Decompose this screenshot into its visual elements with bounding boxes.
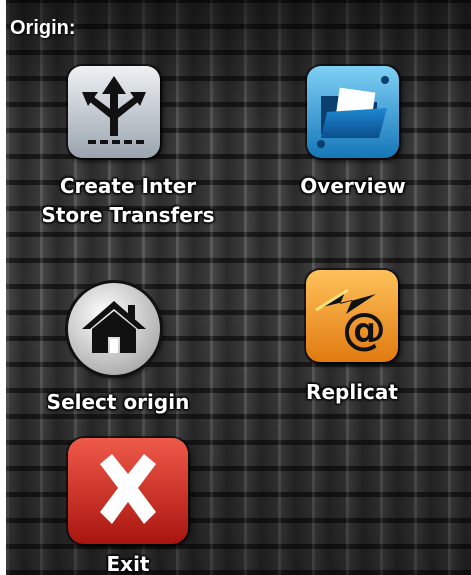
select-origin-button[interactable] bbox=[68, 283, 160, 375]
home-icon bbox=[68, 283, 160, 375]
overview-button[interactable] bbox=[307, 66, 399, 158]
exit-button[interactable] bbox=[68, 438, 188, 544]
create-inter-store-transfers-button[interactable] bbox=[68, 66, 160, 158]
email-at-icon: @ bbox=[306, 270, 398, 362]
split-arrows-icon bbox=[68, 66, 160, 158]
create-inter-store-transfers-label-line2: Store Transfers bbox=[41, 203, 215, 227]
folder-icon bbox=[307, 66, 399, 158]
svg-text:@: @ bbox=[342, 304, 386, 355]
exit-label[interactable]: Exit bbox=[68, 550, 188, 575]
close-x-icon bbox=[68, 438, 188, 544]
overview-label[interactable]: Overview bbox=[273, 172, 433, 201]
create-inter-store-transfers-label[interactable]: Create Inter Store Transfers bbox=[18, 172, 238, 230]
replicat-button[interactable]: @ bbox=[306, 270, 398, 362]
select-origin-label[interactable]: Select origin bbox=[18, 388, 218, 417]
page-title: Origin: bbox=[10, 17, 76, 39]
replicat-label[interactable]: Replicat bbox=[282, 378, 422, 407]
app-screen: Origin: Create Inter Store Transfers Ove… bbox=[6, 0, 471, 575]
create-inter-store-transfers-label-line1: Create Inter bbox=[59, 174, 197, 198]
